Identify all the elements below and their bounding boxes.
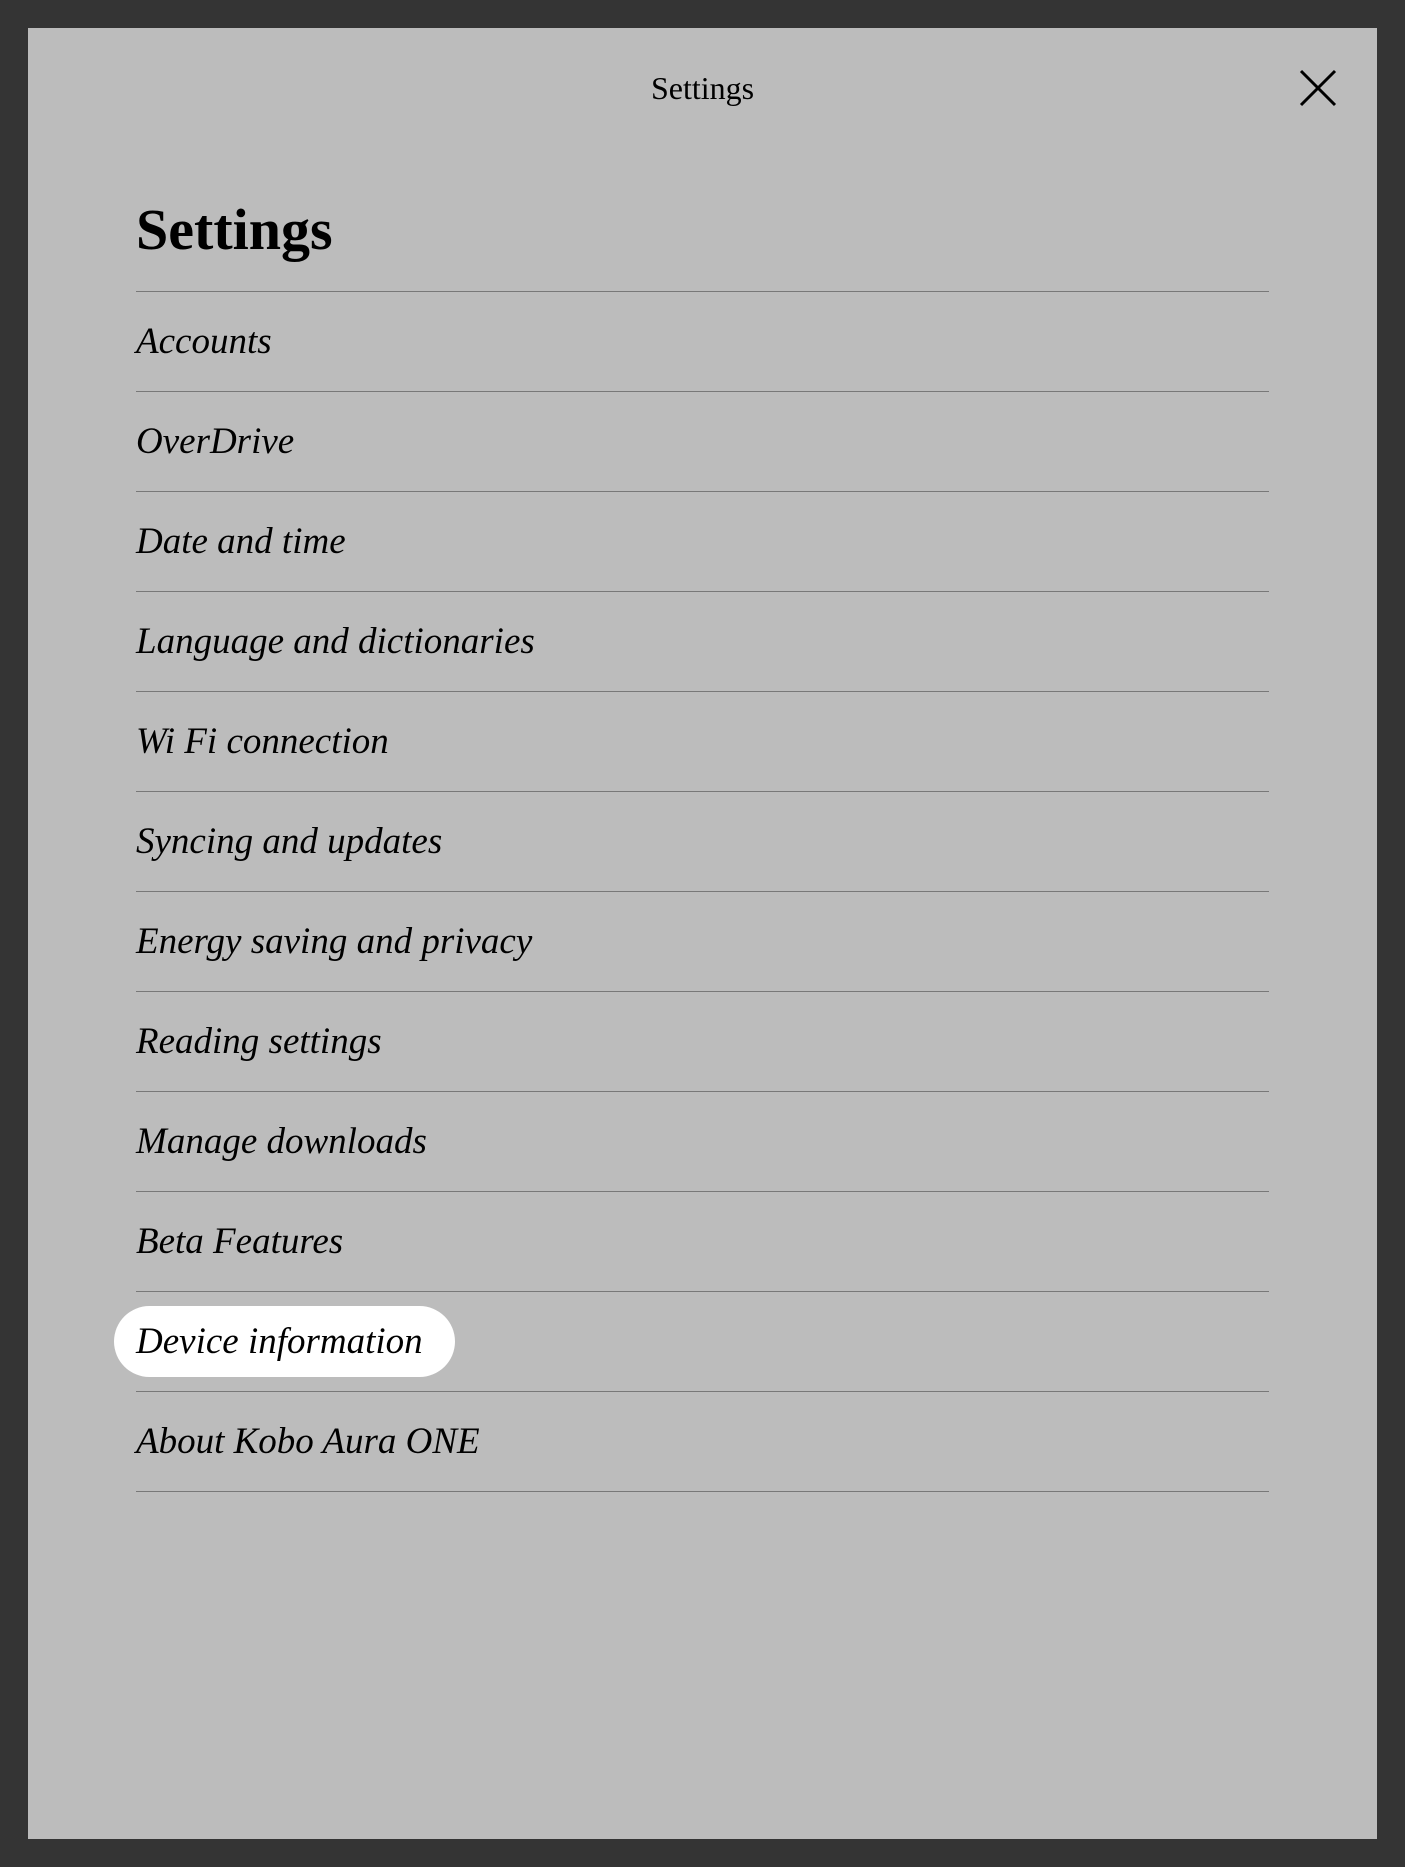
settings-item-label: Date and time — [136, 520, 346, 563]
settings-item-label: Wi Fi connection — [136, 720, 389, 763]
settings-item-manage-downloads[interactable]: Manage downloads — [136, 1092, 1269, 1192]
settings-item-label: Accounts — [136, 320, 272, 363]
settings-item-label: About Kobo Aura ONE — [136, 1420, 480, 1463]
header-title: Settings — [651, 70, 754, 107]
settings-item-label: Syncing and updates — [136, 820, 442, 863]
settings-item-beta-features[interactable]: Beta Features — [136, 1192, 1269, 1292]
settings-item-reading-settings[interactable]: Reading settings — [136, 992, 1269, 1092]
settings-item-label: Reading settings — [136, 1020, 382, 1063]
settings-item-overdrive[interactable]: OverDrive — [136, 392, 1269, 492]
settings-item-accounts[interactable]: Accounts — [136, 292, 1269, 392]
settings-item-syncing-updates[interactable]: Syncing and updates — [136, 792, 1269, 892]
settings-item-device-information[interactable]: Device information — [136, 1292, 1269, 1392]
settings-item-label: Language and dictionaries — [136, 620, 535, 663]
settings-item-wifi[interactable]: Wi Fi connection — [136, 692, 1269, 792]
settings-item-about-device[interactable]: About Kobo Aura ONE — [136, 1392, 1269, 1492]
settings-panel: Settings Settings Accounts OverDrive Dat… — [28, 28, 1377, 1839]
close-icon — [1297, 67, 1339, 109]
close-button[interactable] — [1297, 67, 1339, 109]
settings-item-energy-privacy[interactable]: Energy saving and privacy — [136, 892, 1269, 992]
header-bar: Settings — [28, 28, 1377, 148]
settings-item-label: OverDrive — [136, 420, 294, 463]
settings-item-label: Manage downloads — [136, 1120, 427, 1163]
settings-item-language-dictionaries[interactable]: Language and dictionaries — [136, 592, 1269, 692]
settings-item-label: Device information — [114, 1306, 455, 1377]
settings-item-date-time[interactable]: Date and time — [136, 492, 1269, 592]
content-area: Settings Accounts OverDrive Date and tim… — [28, 148, 1377, 1492]
settings-list: Accounts OverDrive Date and time Languag… — [136, 292, 1269, 1492]
settings-item-label: Beta Features — [136, 1220, 343, 1263]
settings-item-label: Energy saving and privacy — [136, 920, 532, 963]
page-title: Settings — [136, 148, 1269, 292]
